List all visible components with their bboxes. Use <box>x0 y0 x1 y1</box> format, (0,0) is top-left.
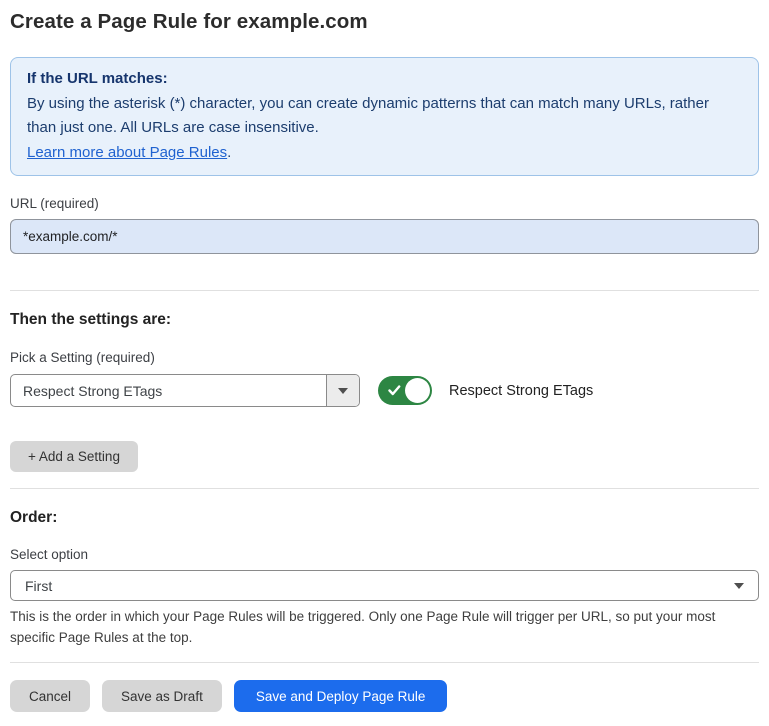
link-suffix: . <box>227 144 231 161</box>
cancel-button[interactable]: Cancel <box>10 680 90 712</box>
url-input[interactable] <box>10 219 759 254</box>
save-as-draft-button[interactable]: Save as Draft <box>102 680 222 712</box>
order-select-value: First <box>25 578 734 594</box>
order-help-text: This is the order in which your Page Rul… <box>10 606 759 648</box>
order-select-label: Select option <box>10 547 759 563</box>
respect-strong-etags-toggle[interactable] <box>378 376 432 405</box>
check-icon <box>388 385 401 396</box>
pick-setting-label: Pick a Setting (required) <box>10 350 759 366</box>
info-box-link-line: Learn more about Page Rules. <box>27 141 742 166</box>
setting-row: Respect Strong ETags Respect Strong ETag… <box>10 374 759 407</box>
url-matches-info-box: If the URL matches: By using the asteris… <box>10 57 759 176</box>
learn-more-link[interactable]: Learn more about Page Rules <box>27 144 227 161</box>
toggle-label: Respect Strong ETags <box>449 383 593 399</box>
create-page-rule-panel: Create a Page Rule for example.com If th… <box>0 8 769 712</box>
actions-row: Cancel Save as Draft Save and Deploy Pag… <box>10 680 759 712</box>
dropdown-arrow-icon <box>338 388 348 394</box>
divider <box>10 662 759 663</box>
setting-select-value: Respect Strong ETags <box>11 375 326 406</box>
chevron-down-icon <box>734 583 744 589</box>
info-box-heading: If the URL matches: <box>27 67 742 92</box>
divider <box>10 488 759 489</box>
save-and-deploy-button[interactable]: Save and Deploy Page Rule <box>234 680 448 712</box>
toggle-knob <box>405 378 430 403</box>
add-setting-button[interactable]: + Add a Setting <box>10 441 138 472</box>
setting-select[interactable]: Respect Strong ETags <box>10 374 360 407</box>
url-field-label: URL (required) <box>10 196 759 212</box>
settings-section-heading: Then the settings are: <box>10 311 759 329</box>
order-section-heading: Order: <box>10 509 759 527</box>
setting-select-arrow-button[interactable] <box>326 375 359 406</box>
order-select[interactable]: First <box>10 570 759 601</box>
divider <box>10 290 759 291</box>
info-box-body: By using the asterisk (*) character, you… <box>27 92 717 141</box>
page-title: Create a Page Rule for example.com <box>10 8 759 36</box>
